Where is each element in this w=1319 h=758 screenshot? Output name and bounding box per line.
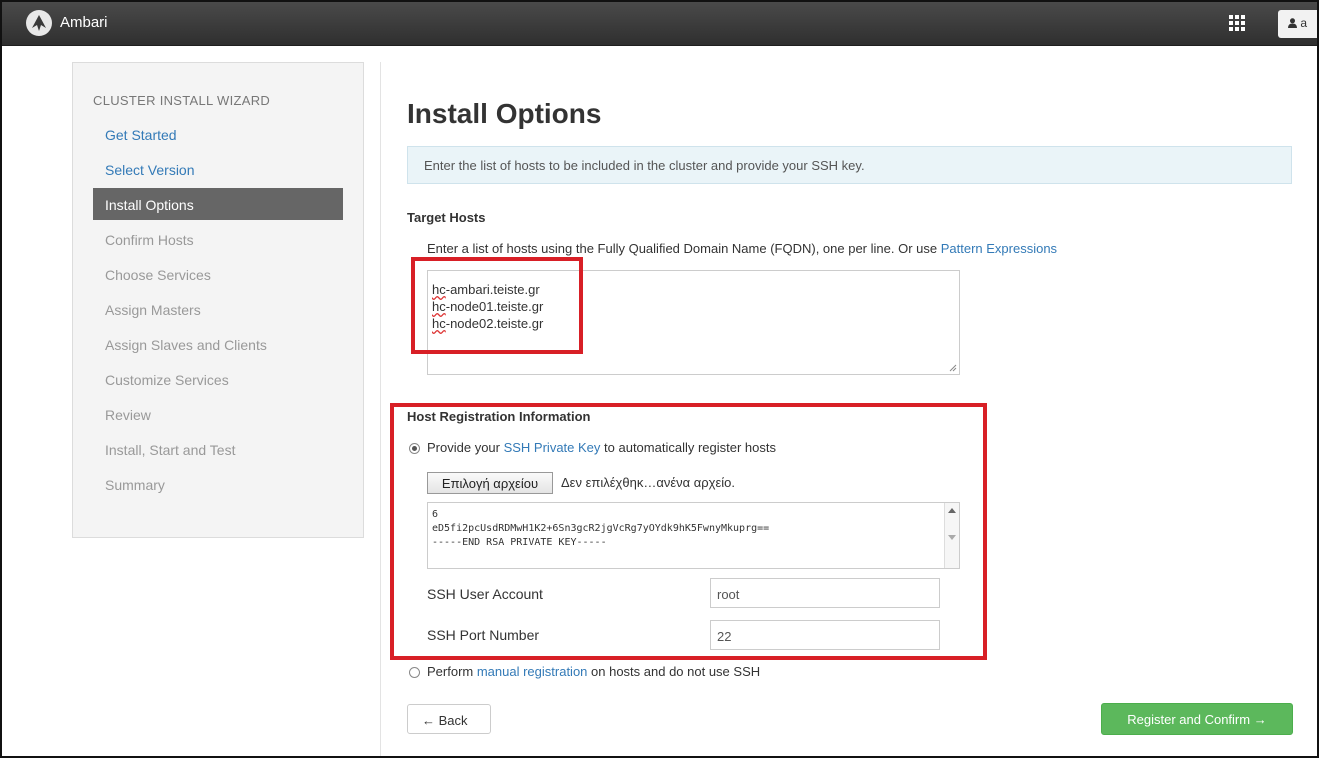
- manual-prefix: Perform: [427, 664, 477, 679]
- sidebar-step: Install, Start and Test: [105, 442, 236, 458]
- sidebar-title: CLUSTER INSTALL WIZARD: [93, 93, 271, 108]
- sidebar-step: Confirm Hosts: [105, 232, 194, 248]
- user-icon: [1288, 18, 1297, 28]
- top-navbar: Ambari a: [2, 2, 1317, 46]
- grid-icon[interactable]: [1229, 15, 1246, 32]
- target-hosts-heading: Target Hosts: [407, 210, 486, 225]
- sidebar-step[interactable]: Select Version: [93, 153, 343, 185]
- sidebar-step: Summary: [105, 477, 165, 493]
- app-window: Ambari a CLUSTER INSTALL WIZARD Get Star…: [0, 0, 1319, 758]
- page-title: Install Options: [407, 98, 602, 129]
- manual-registration-radio[interactable]: [409, 667, 420, 678]
- sidebar-step: Install Options: [93, 188, 343, 220]
- manual-registration-link[interactable]: manual registration: [477, 664, 588, 679]
- wizard-sidebar: CLUSTER INSTALL WIZARD Get Started Select…: [72, 62, 364, 538]
- target-hosts-help: Enter a list of hosts using the Fully Qu…: [427, 241, 1057, 256]
- brand-name[interactable]: Ambari: [60, 14, 108, 31]
- sidebar-step: Assign Masters: [105, 302, 201, 318]
- manual-registration-label[interactable]: Perform manual registration on hosts and…: [427, 664, 760, 679]
- user-initial: a: [1300, 16, 1308, 30]
- sidebar-step: Assign Slaves and Clients: [105, 337, 267, 353]
- help-text-prefix: Enter a list of hosts using the Fully Qu…: [427, 241, 941, 256]
- pattern-expressions-link[interactable]: Pattern Expressions: [941, 241, 1057, 256]
- hosts-highlight-box: [411, 257, 583, 354]
- resize-grip-icon[interactable]: [949, 364, 957, 372]
- user-menu-button[interactable]: a: [1278, 10, 1317, 38]
- info-alert: Enter the list of hosts to be included i…: [407, 146, 1292, 184]
- sidebar-step: Customize Services: [105, 372, 229, 388]
- sidebar-step: Review: [105, 407, 151, 423]
- register-and-confirm-button[interactable]: Register and Confirm →: [1101, 703, 1293, 735]
- sidebar-step[interactable]: Get Started: [93, 118, 343, 150]
- registration-highlight-box: [390, 403, 987, 660]
- manual-suffix: on hosts and do not use SSH: [587, 664, 761, 679]
- ambari-logo-icon[interactable]: [26, 10, 52, 36]
- back-button[interactable]: ← Back: [407, 704, 491, 734]
- sidebar-step: Choose Services: [105, 267, 211, 283]
